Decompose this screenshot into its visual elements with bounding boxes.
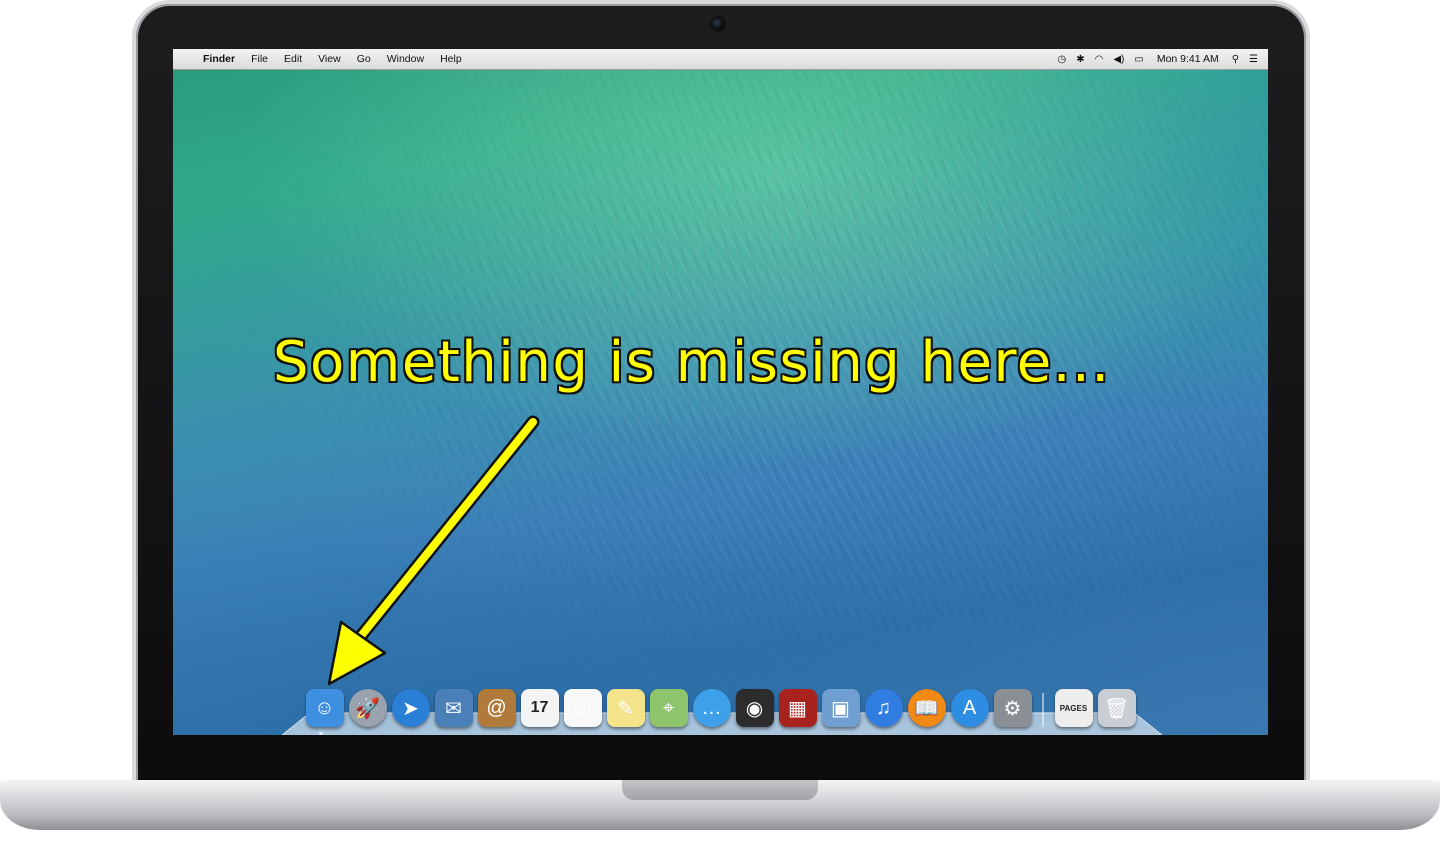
photo-booth-icon[interactable]: ▦ (778, 689, 817, 727)
calendar-icon[interactable]: 17 (520, 689, 559, 727)
system-preferences-icon[interactable]: ⚙ (993, 689, 1032, 727)
dock-separator (1042, 693, 1044, 727)
annotation-arrow (327, 415, 540, 686)
finder-icon[interactable]: ☺ (305, 689, 344, 727)
finder-running-indicator (319, 732, 323, 735)
reminders-icon[interactable]: ☑ (563, 689, 602, 727)
itunes-icon[interactable]: ♫ (864, 689, 903, 727)
notes-icon[interactable]: ✎ (606, 689, 645, 727)
camera (712, 18, 724, 30)
ibooks-icon[interactable]: 📖 (907, 689, 946, 727)
maps-icon[interactable]: ⌖ (649, 689, 688, 727)
safari-icon[interactable]: ➤ (391, 689, 430, 727)
trash-icon[interactable]: 🗑 (1097, 689, 1136, 727)
iphoto-icon[interactable]: ▣ (821, 689, 860, 727)
pages-document-icon[interactable]: PAGES (1054, 689, 1093, 727)
app-store-icon[interactable]: A (950, 689, 989, 727)
dock: ☺ 🚀 ➤ ✉ @17 ☑ ✎ ⌖… ◉ ▦ ▣ ♫ 📖 A ⚙ PAGES 🗑 (303, 683, 1138, 727)
mail-icon[interactable]: ✉ (434, 689, 473, 727)
desktop-screen[interactable]: Finder File Edit View Go Window Help ◷ ✱… (173, 49, 1268, 735)
facetime-icon[interactable]: ◉ (735, 689, 774, 727)
laptop-notch (622, 780, 818, 800)
messages-icon[interactable]: … (692, 689, 731, 727)
launchpad-icon[interactable]: 🚀 (348, 689, 387, 727)
contacts-icon[interactable]: @ (477, 689, 516, 727)
